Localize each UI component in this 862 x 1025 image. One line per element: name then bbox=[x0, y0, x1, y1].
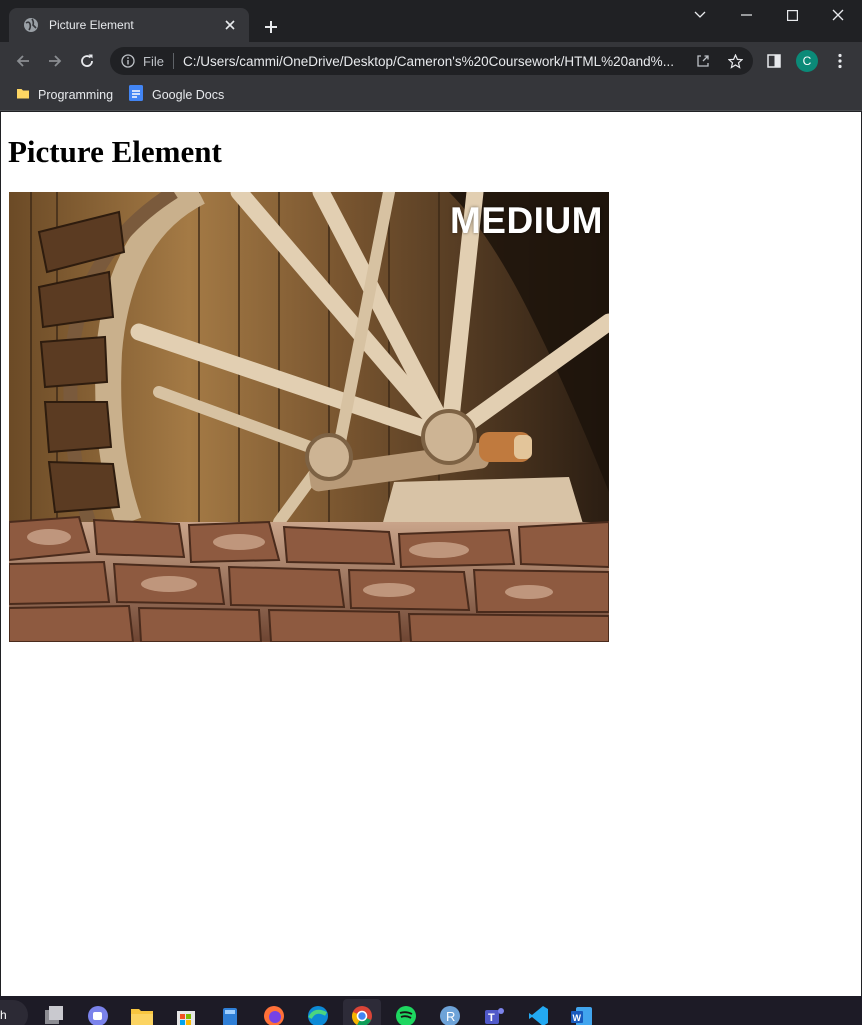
file-explorer-icon[interactable] bbox=[130, 1004, 154, 1025]
address-separator bbox=[172, 53, 174, 69]
side-panel-icon[interactable] bbox=[760, 47, 788, 75]
task-view-icon[interactable] bbox=[42, 1004, 66, 1025]
page-viewport: Picture Element MEDIUM bbox=[1, 112, 861, 996]
picture-size-label: MEDIUM bbox=[449, 200, 603, 241]
firefox-icon[interactable] bbox=[262, 1004, 286, 1025]
share-icon[interactable] bbox=[695, 53, 711, 69]
maximize-icon[interactable] bbox=[769, 0, 815, 30]
r-icon[interactable]: R bbox=[438, 1004, 462, 1025]
close-window-icon[interactable] bbox=[815, 0, 861, 30]
teams-chat-icon[interactable] bbox=[86, 1004, 110, 1025]
close-tab-icon[interactable] bbox=[221, 16, 239, 34]
svg-text:T: T bbox=[488, 1012, 495, 1024]
google-docs-icon bbox=[128, 84, 144, 106]
tab-strip: Picture Element bbox=[0, 0, 862, 42]
bookmarks-bar: Programming Google Docs bbox=[0, 80, 862, 111]
calculator-icon[interactable] bbox=[218, 1004, 242, 1025]
bookmark-label: Google Docs bbox=[152, 88, 225, 102]
url-text[interactable]: C:/Users/cammi/OneDrive/Desktop/Cameron'… bbox=[183, 54, 691, 69]
folder-icon bbox=[16, 86, 30, 105]
browser-toolbar: File C:/Users/cammi/OneDrive/Desktop/Cam… bbox=[0, 42, 862, 80]
profile-avatar[interactable]: C bbox=[796, 50, 818, 72]
svg-text:W: W bbox=[573, 1013, 582, 1023]
svg-text:R: R bbox=[446, 1009, 455, 1024]
spotify-icon[interactable] bbox=[394, 1004, 418, 1025]
microsoft-store-icon[interactable] bbox=[174, 1004, 198, 1025]
chrome-icon[interactable] bbox=[350, 1004, 374, 1025]
forward-arrow-icon[interactable] bbox=[41, 47, 69, 75]
bookmark-google-docs[interactable]: Google Docs bbox=[128, 84, 224, 106]
bookmark-star-icon[interactable] bbox=[727, 53, 743, 69]
page-heading: Picture Element bbox=[8, 134, 222, 169]
bookmark-programming[interactable]: Programming bbox=[16, 84, 113, 106]
teams-icon[interactable]: T bbox=[482, 1004, 506, 1025]
address-bar[interactable]: File C:/Users/cammi/OneDrive/Desktop/Cam… bbox=[110, 47, 753, 75]
file-scheme-label: File bbox=[143, 53, 164, 69]
tab-search-chevron-icon[interactable] bbox=[677, 0, 723, 30]
windows-taskbar: h R T W bbox=[0, 996, 862, 1025]
tab-title: Picture Element bbox=[49, 18, 134, 32]
minimize-icon[interactable] bbox=[723, 0, 769, 30]
back-arrow-icon[interactable] bbox=[9, 47, 37, 75]
water-wheel-illustration bbox=[9, 192, 609, 642]
browser-tab[interactable]: Picture Element bbox=[9, 8, 249, 42]
globe-icon bbox=[23, 17, 39, 33]
reload-icon[interactable] bbox=[73, 47, 101, 75]
new-tab-plus-icon[interactable] bbox=[258, 14, 284, 40]
info-icon[interactable] bbox=[120, 53, 136, 69]
taskbar-search[interactable]: h bbox=[0, 1000, 28, 1025]
word-icon[interactable]: W bbox=[570, 1004, 594, 1025]
more-menu-icon[interactable] bbox=[826, 47, 854, 75]
bookmark-label: Programming bbox=[38, 88, 114, 102]
edge-icon[interactable] bbox=[306, 1004, 330, 1025]
vscode-icon[interactable] bbox=[526, 1004, 550, 1025]
water-wheel-picture: MEDIUM bbox=[9, 192, 609, 642]
